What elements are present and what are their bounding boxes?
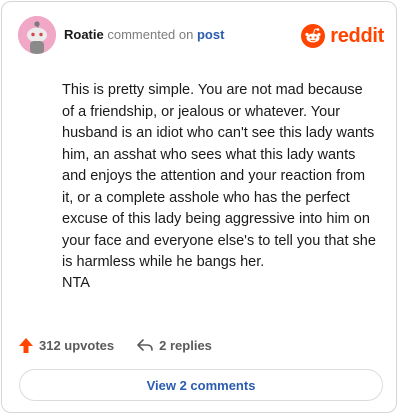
view-comments-button[interactable]: View 2 comments (19, 369, 383, 401)
reply-count: 2 replies (159, 337, 212, 353)
avatar[interactable] (18, 16, 56, 54)
comment-header: Roatie commented on post reddit (18, 16, 384, 56)
reply-arrow-icon (137, 339, 153, 351)
comment-verdict: NTA (62, 275, 90, 291)
reddit-logo[interactable]: reddit (301, 22, 384, 50)
upvote-count: 312 upvotes (39, 337, 115, 353)
comment-body: This is pretty simple. You are not mad b… (62, 82, 376, 270)
replies-button[interactable]: 2 replies (136, 337, 212, 353)
comment-card: Roatie commented on post reddit This is … (1, 1, 397, 413)
comment-meta: Roatie commented on post (64, 27, 224, 42)
reddit-alien-icon (301, 24, 326, 48)
upvote-arrow-icon (19, 337, 33, 353)
snoo-avatar-icon (18, 16, 56, 54)
comment-actions: 312 upvotes 2 replies (18, 334, 212, 356)
post-link[interactable]: post (197, 27, 224, 42)
commented-on-text: commented on (107, 27, 194, 42)
reddit-wordmark: reddit (330, 24, 384, 47)
username-link[interactable]: Roatie (64, 27, 104, 42)
upvote-button[interactable]: 312 upvotes (18, 337, 114, 354)
